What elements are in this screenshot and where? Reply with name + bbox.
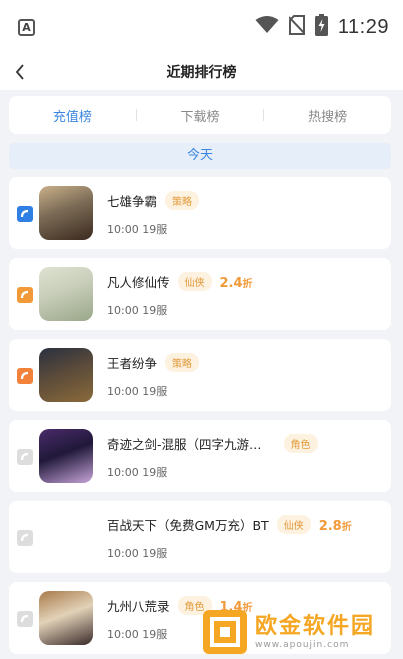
wifi-icon [255,16,279,38]
server-time: 10:00 19服 [107,466,168,479]
game-icon [39,267,93,321]
game-name: 百战天下（免费GM万充）BT [107,518,269,533]
rank-badge [17,206,33,222]
game-title-row: 凡人修仙传 仙侠 2.4折 [107,272,253,291]
rank-badge [17,368,33,384]
status-left: A [18,18,35,36]
rank-badge [17,611,33,627]
game-name: 王者纷争 [107,356,158,371]
server-time: 10:00 19服 [107,385,168,398]
game-title-row: 王者纷争 策略 [107,353,200,372]
nav-bar: 近期排行榜 [0,54,403,90]
game-title-row: 七雄争霸 策略 [107,191,200,210]
game-tag: 仙侠 [276,515,311,534]
discount-value: 2.8 [318,519,342,534]
game-tag: 策略 [165,191,200,210]
game-name: 九州八荒录 [107,599,170,614]
status-bar: A 11:29 [0,0,403,54]
back-button[interactable] [6,58,34,86]
tab-download[interactable]: 下载榜 [137,106,264,125]
discount-unit: 折 [341,522,352,533]
game-title-row: 百战天下（免费GM万充）BT 仙侠 2.8折 [107,515,352,534]
ranking-tabs: 充值榜 下载榜 热搜榜 [9,96,391,134]
game-icon [39,429,93,483]
game-icon [39,348,93,402]
game-list-item[interactable]: 凡人修仙传 仙侠 2.4折 10:00 19服 [9,258,391,330]
game-list-item[interactable]: 王者纷争 策略 10:00 19服 [9,339,391,411]
game-icon [39,591,93,645]
tab-recharge[interactable]: 充值榜 [9,106,136,125]
game-list-item[interactable]: 奇迹之剑-混服（四字九游… 角色 10:00 19服 [9,420,391,492]
game-tag: 仙侠 [177,272,212,291]
rank-badge [17,530,33,546]
server-time: 10:00 19服 [107,304,168,317]
no-sim-icon [288,15,306,39]
notification-app-icon: A [18,18,35,36]
server-time: 10:00 19服 [107,628,168,641]
date-header: 今天 [9,143,391,169]
server-time: 10:00 19服 [107,547,168,560]
game-name: 七雄争霸 [107,194,158,209]
page-title: 近期排行榜 [166,65,237,81]
game-list-item[interactable]: 百战天下（免费GM万充）BT 仙侠 2.8折 10:00 19服 [9,501,391,573]
discount-unit: 折 [242,279,253,290]
game-tag: 策略 [165,353,200,372]
game-icon [39,510,93,564]
game-icon [39,186,93,240]
game-name: 奇迹之剑-混服（四字九游… [107,437,262,452]
chevron-left-icon [15,64,24,80]
game-name: 凡人修仙传 [107,275,170,290]
tab-hot-search[interactable]: 热搜榜 [264,106,391,125]
server-time: 10:00 19服 [107,223,168,236]
status-right: 11:29 [255,14,389,40]
rank-badge [17,449,33,465]
clock-time: 11:29 [337,15,389,38]
watermark-logo-icon [203,610,247,654]
discount-value: 2.4 [219,276,243,291]
watermark-text: 欧金软件园 www.apoujin.com [255,614,375,650]
rank-badge [17,287,33,303]
watermark-main-text: 欧金软件园 [255,614,376,639]
watermark-url: www.apoujin.com [255,640,350,650]
game-title-row: 奇迹之剑-混服（四字九游… 角色 [107,434,318,453]
battery-charging-icon [314,14,328,40]
game-list-item[interactable]: 七雄争霸 策略 10:00 19服 [9,177,391,249]
game-tag: 角色 [283,434,318,453]
watermark: 欧金软件园 www.apoujin.com [203,607,399,657]
